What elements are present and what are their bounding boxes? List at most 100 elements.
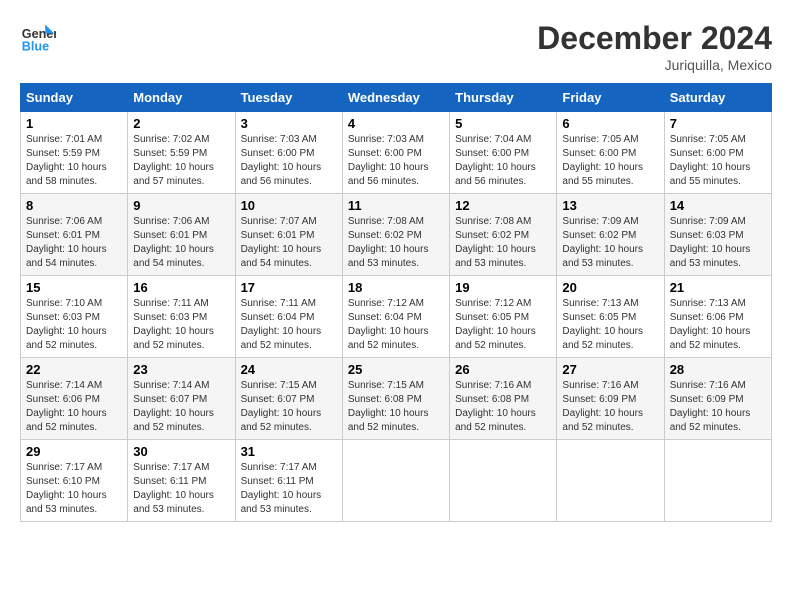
calendar-cell: 10 Sunrise: 7:07 AMSunset: 6:01 PMDaylig… [235,194,342,276]
calendar-cell: 2 Sunrise: 7:02 AMSunset: 5:59 PMDayligh… [128,112,235,194]
weekday-header-sunday: Sunday [21,84,128,112]
calendar-cell [450,440,557,522]
day-info: Sunrise: 7:11 AMSunset: 6:03 PMDaylight:… [133,298,214,351]
day-info: Sunrise: 7:06 AMSunset: 6:01 PMDaylight:… [133,216,214,269]
logo-icon: General Blue [20,20,56,56]
calendar-cell: 9 Sunrise: 7:06 AMSunset: 6:01 PMDayligh… [128,194,235,276]
day-number: 10 [241,198,337,213]
title-block: December 2024 Juriquilla, Mexico [537,20,772,73]
day-info: Sunrise: 7:12 AMSunset: 6:05 PMDaylight:… [455,298,536,351]
day-number: 19 [455,280,551,295]
day-info: Sunrise: 7:07 AMSunset: 6:01 PMDaylight:… [241,216,322,269]
calendar-cell [557,440,664,522]
day-number: 18 [348,280,444,295]
day-number: 5 [455,116,551,131]
day-info: Sunrise: 7:17 AMSunset: 6:11 PMDaylight:… [133,462,214,515]
calendar-cell: 7 Sunrise: 7:05 AMSunset: 6:00 PMDayligh… [664,112,771,194]
day-number: 20 [562,280,658,295]
calendar-cell: 22 Sunrise: 7:14 AMSunset: 6:06 PMDaylig… [21,358,128,440]
calendar-cell: 6 Sunrise: 7:05 AMSunset: 6:00 PMDayligh… [557,112,664,194]
calendar-cell: 28 Sunrise: 7:16 AMSunset: 6:09 PMDaylig… [664,358,771,440]
day-number: 30 [133,444,229,459]
calendar-cell: 1 Sunrise: 7:01 AMSunset: 5:59 PMDayligh… [21,112,128,194]
calendar-cell: 20 Sunrise: 7:13 AMSunset: 6:05 PMDaylig… [557,276,664,358]
weekday-header-wednesday: Wednesday [342,84,449,112]
calendar-cell: 8 Sunrise: 7:06 AMSunset: 6:01 PMDayligh… [21,194,128,276]
day-number: 9 [133,198,229,213]
weekday-header-monday: Monday [128,84,235,112]
calendar-cell: 19 Sunrise: 7:12 AMSunset: 6:05 PMDaylig… [450,276,557,358]
day-info: Sunrise: 7:14 AMSunset: 6:06 PMDaylight:… [26,380,107,433]
calendar-cell: 26 Sunrise: 7:16 AMSunset: 6:08 PMDaylig… [450,358,557,440]
day-number: 26 [455,362,551,377]
day-info: Sunrise: 7:05 AMSunset: 6:00 PMDaylight:… [670,134,751,187]
day-info: Sunrise: 7:17 AMSunset: 6:11 PMDaylight:… [241,462,322,515]
calendar-cell: 11 Sunrise: 7:08 AMSunset: 6:02 PMDaylig… [342,194,449,276]
page-header: General Blue December 2024 Juriquilla, M… [20,20,772,73]
calendar-cell: 25 Sunrise: 7:15 AMSunset: 6:08 PMDaylig… [342,358,449,440]
day-number: 23 [133,362,229,377]
calendar-cell: 13 Sunrise: 7:09 AMSunset: 6:02 PMDaylig… [557,194,664,276]
week-row-5: 29 Sunrise: 7:17 AMSunset: 6:10 PMDaylig… [21,440,772,522]
calendar-cell: 17 Sunrise: 7:11 AMSunset: 6:04 PMDaylig… [235,276,342,358]
day-info: Sunrise: 7:01 AMSunset: 5:59 PMDaylight:… [26,134,107,187]
day-info: Sunrise: 7:02 AMSunset: 5:59 PMDaylight:… [133,134,214,187]
day-number: 8 [26,198,122,213]
day-info: Sunrise: 7:09 AMSunset: 6:03 PMDaylight:… [670,216,751,269]
day-info: Sunrise: 7:05 AMSunset: 6:00 PMDaylight:… [562,134,643,187]
day-number: 4 [348,116,444,131]
day-number: 14 [670,198,766,213]
day-number: 15 [26,280,122,295]
calendar-cell: 14 Sunrise: 7:09 AMSunset: 6:03 PMDaylig… [664,194,771,276]
calendar-cell: 21 Sunrise: 7:13 AMSunset: 6:06 PMDaylig… [664,276,771,358]
calendar-cell: 23 Sunrise: 7:14 AMSunset: 6:07 PMDaylig… [128,358,235,440]
day-number: 31 [241,444,337,459]
calendar-cell: 29 Sunrise: 7:17 AMSunset: 6:10 PMDaylig… [21,440,128,522]
day-number: 2 [133,116,229,131]
svg-text:Blue: Blue [22,40,49,54]
logo: General Blue [20,20,56,56]
day-info: Sunrise: 7:16 AMSunset: 6:09 PMDaylight:… [670,380,751,433]
month-year: December 2024 [537,20,772,57]
day-info: Sunrise: 7:03 AMSunset: 6:00 PMDaylight:… [241,134,322,187]
day-number: 17 [241,280,337,295]
day-info: Sunrise: 7:10 AMSunset: 6:03 PMDaylight:… [26,298,107,351]
calendar-cell: 4 Sunrise: 7:03 AMSunset: 6:00 PMDayligh… [342,112,449,194]
day-info: Sunrise: 7:06 AMSunset: 6:01 PMDaylight:… [26,216,107,269]
calendar-cell: 30 Sunrise: 7:17 AMSunset: 6:11 PMDaylig… [128,440,235,522]
day-number: 29 [26,444,122,459]
day-info: Sunrise: 7:17 AMSunset: 6:10 PMDaylight:… [26,462,107,515]
day-info: Sunrise: 7:15 AMSunset: 6:08 PMDaylight:… [348,380,429,433]
calendar-cell: 27 Sunrise: 7:16 AMSunset: 6:09 PMDaylig… [557,358,664,440]
day-info: Sunrise: 7:03 AMSunset: 6:00 PMDaylight:… [348,134,429,187]
day-info: Sunrise: 7:16 AMSunset: 6:08 PMDaylight:… [455,380,536,433]
calendar-cell: 18 Sunrise: 7:12 AMSunset: 6:04 PMDaylig… [342,276,449,358]
day-number: 13 [562,198,658,213]
calendar-cell: 12 Sunrise: 7:08 AMSunset: 6:02 PMDaylig… [450,194,557,276]
day-info: Sunrise: 7:11 AMSunset: 6:04 PMDaylight:… [241,298,322,351]
day-number: 21 [670,280,766,295]
day-info: Sunrise: 7:12 AMSunset: 6:04 PMDaylight:… [348,298,429,351]
calendar-cell: 5 Sunrise: 7:04 AMSunset: 6:00 PMDayligh… [450,112,557,194]
weekday-header-saturday: Saturday [664,84,771,112]
day-info: Sunrise: 7:13 AMSunset: 6:05 PMDaylight:… [562,298,643,351]
week-row-4: 22 Sunrise: 7:14 AMSunset: 6:06 PMDaylig… [21,358,772,440]
day-number: 27 [562,362,658,377]
day-number: 22 [26,362,122,377]
weekday-header-thursday: Thursday [450,84,557,112]
day-number: 12 [455,198,551,213]
day-number: 25 [348,362,444,377]
day-info: Sunrise: 7:08 AMSunset: 6:02 PMDaylight:… [348,216,429,269]
calendar-cell: 15 Sunrise: 7:10 AMSunset: 6:03 PMDaylig… [21,276,128,358]
day-info: Sunrise: 7:09 AMSunset: 6:02 PMDaylight:… [562,216,643,269]
week-row-1: 1 Sunrise: 7:01 AMSunset: 5:59 PMDayligh… [21,112,772,194]
day-info: Sunrise: 7:14 AMSunset: 6:07 PMDaylight:… [133,380,214,433]
weekday-header-friday: Friday [557,84,664,112]
day-number: 28 [670,362,766,377]
week-row-2: 8 Sunrise: 7:06 AMSunset: 6:01 PMDayligh… [21,194,772,276]
weekday-header-row: SundayMondayTuesdayWednesdayThursdayFrid… [21,84,772,112]
day-info: Sunrise: 7:13 AMSunset: 6:06 PMDaylight:… [670,298,751,351]
calendar-cell: 3 Sunrise: 7:03 AMSunset: 6:00 PMDayligh… [235,112,342,194]
day-number: 16 [133,280,229,295]
weekday-header-tuesday: Tuesday [235,84,342,112]
